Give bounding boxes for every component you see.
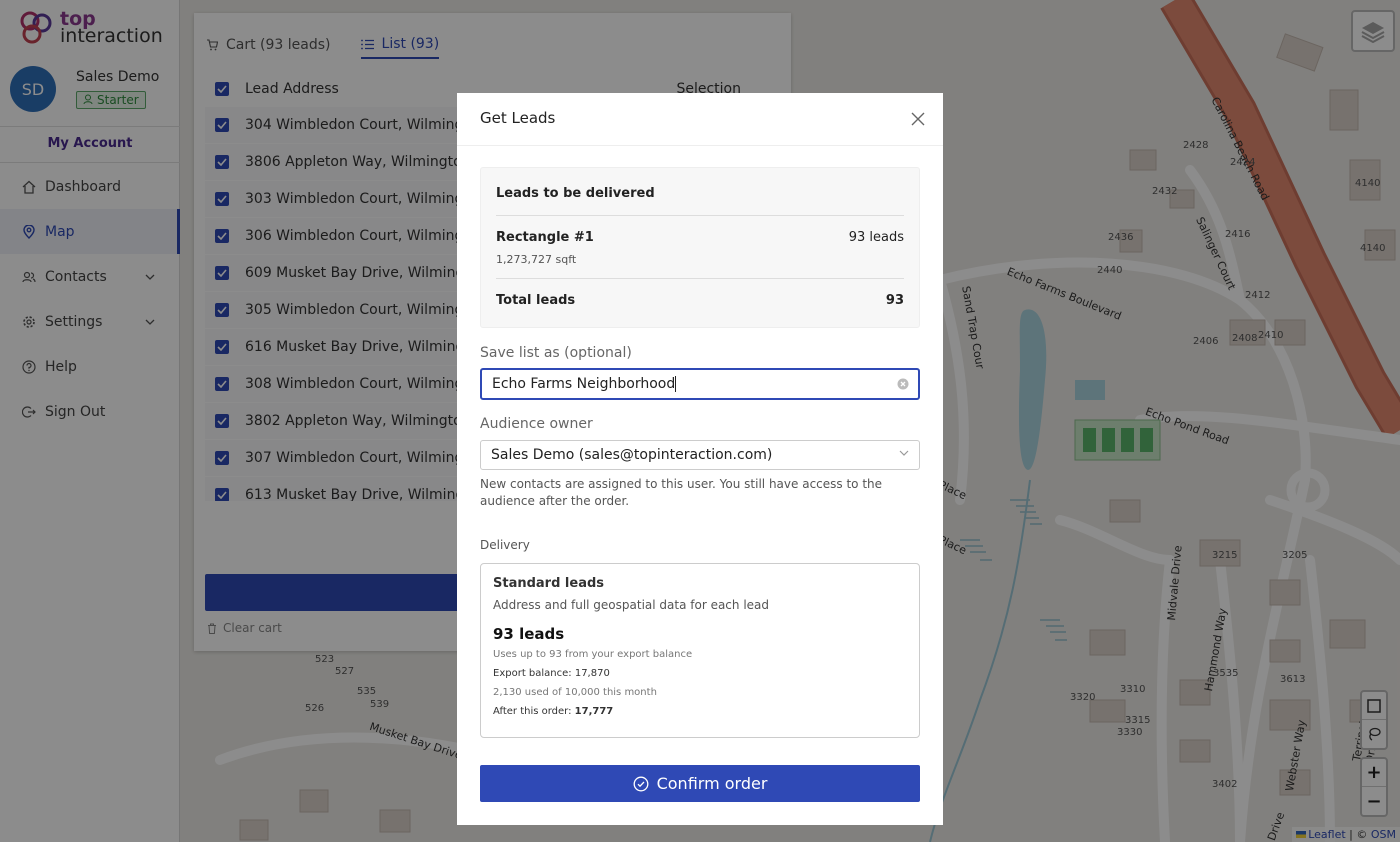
- rectangle-lead-count: 93 leads: [848, 230, 904, 245]
- dialog-divider: [457, 145, 943, 146]
- check-circle-icon: [633, 776, 649, 791]
- close-icon: [911, 112, 925, 126]
- delivery-description: Address and full geospatial data for eac…: [493, 598, 770, 612]
- monthly-usage: 2,130 used of 10,000 this month: [493, 687, 657, 698]
- rectangle-area: 1,273,727 sqft: [496, 245, 904, 279]
- summary-heading: Leads to be delivered: [496, 168, 904, 216]
- clear-input-icon[interactable]: [897, 378, 909, 390]
- dialog-title: Get Leads: [480, 109, 556, 127]
- audience-owner-help: New contacts are assigned to this user. …: [480, 477, 883, 508]
- save-list-input[interactable]: Echo Farms Neighborhood: [480, 368, 920, 400]
- delivery-label: Delivery: [480, 538, 530, 552]
- confirm-order-label: Confirm order: [656, 774, 768, 793]
- export-balance: Export balance: 17,870: [493, 668, 610, 679]
- confirm-order-button[interactable]: Confirm order: [480, 765, 920, 802]
- delivery-title: Standard leads: [493, 576, 605, 591]
- balance-after-order: After this order: 17,777: [493, 706, 907, 717]
- get-leads-dialog: Get Leads Leads to be delivered Rectangl…: [457, 93, 943, 825]
- summary-rectangle-row: Rectangle #1 93 leads: [496, 216, 904, 245]
- balance-after-value: 17,777: [574, 706, 614, 717]
- text-cursor: [675, 376, 677, 392]
- delivery-lead-count: 93 leads: [493, 625, 565, 643]
- audience-owner-label: Audience owner: [480, 416, 593, 432]
- chevron-down-icon: [899, 450, 909, 456]
- leads-summary: Leads to be delivered Rectangle #1 93 le…: [480, 167, 920, 328]
- close-button[interactable]: [911, 111, 925, 130]
- save-list-value: Echo Farms Neighborhood: [492, 376, 676, 392]
- total-leads-label: Total leads: [496, 293, 576, 308]
- rectangle-name: Rectangle #1: [496, 230, 594, 245]
- balance-after-label: After this order:: [493, 706, 575, 717]
- total-leads-value: 93: [885, 293, 904, 308]
- summary-total-row: Total leads 93: [496, 279, 904, 308]
- audience-owner-select[interactable]: Sales Demo (sales@topinteraction.com): [480, 440, 920, 470]
- delivery-usage-note: Uses up to 93 from your export balance: [493, 649, 693, 660]
- save-list-label: Save list as (optional): [480, 345, 632, 361]
- delivery-option-card[interactable]: Standard leads Address and full geospati…: [480, 563, 920, 738]
- audience-owner-value: Sales Demo (sales@topinteraction.com): [491, 447, 773, 463]
